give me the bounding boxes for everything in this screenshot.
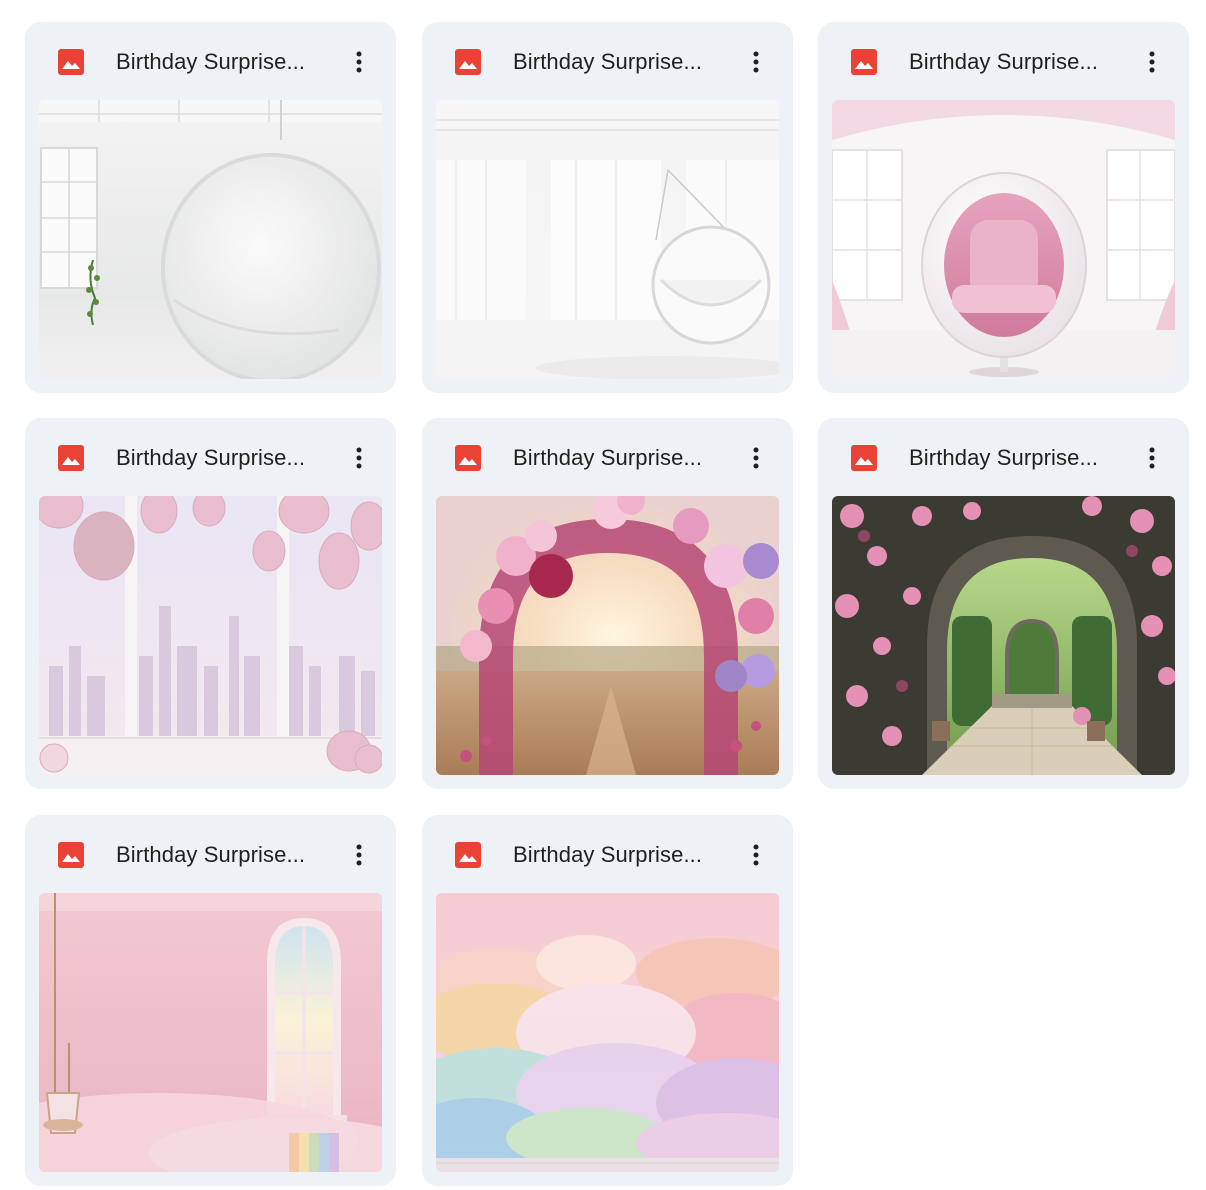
image-file-icon xyxy=(455,842,481,868)
more-actions-button[interactable] xyxy=(740,46,772,78)
more-vert-icon xyxy=(753,844,759,866)
file-card[interactable]: Birthday Surprise... xyxy=(818,22,1189,393)
file-title: Birthday Surprise... xyxy=(513,445,703,470)
image-file-icon xyxy=(851,445,877,471)
more-vert-icon xyxy=(356,844,362,866)
more-vert-icon xyxy=(1149,51,1155,73)
image-file-icon xyxy=(58,49,84,75)
file-thumbnail[interactable] xyxy=(436,496,779,775)
more-actions-button[interactable] xyxy=(740,442,772,474)
file-card-header: Birthday Surprise... xyxy=(422,22,793,100)
more-actions-button[interactable] xyxy=(1136,46,1168,78)
file-card[interactable]: Birthday Surprise... xyxy=(25,418,396,789)
more-actions-button[interactable] xyxy=(1136,442,1168,474)
file-thumbnail[interactable] xyxy=(832,496,1175,775)
file-card-header: Birthday Surprise... xyxy=(25,815,396,893)
file-thumbnail[interactable] xyxy=(436,100,779,379)
file-title: Birthday Surprise... xyxy=(116,445,306,470)
image-file-icon xyxy=(851,49,877,75)
file-title: Birthday Surprise... xyxy=(909,445,1099,470)
file-title: Birthday Surprise... xyxy=(116,49,306,74)
file-title: Birthday Surprise... xyxy=(116,842,306,867)
file-thumbnail[interactable] xyxy=(39,893,382,1172)
file-card-header: Birthday Surprise... xyxy=(818,22,1189,100)
file-card[interactable]: Birthday Surprise... xyxy=(422,22,793,393)
image-file-icon xyxy=(455,445,481,471)
file-card-header: Birthday Surprise... xyxy=(422,418,793,496)
file-thumbnail[interactable] xyxy=(832,100,1175,379)
image-file-icon xyxy=(58,445,84,471)
file-card[interactable]: Birthday Surprise... xyxy=(25,22,396,393)
file-card[interactable]: Birthday Surprise... xyxy=(25,815,396,1186)
file-card[interactable]: Birthday Surprise... xyxy=(422,418,793,789)
file-card-header: Birthday Surprise... xyxy=(818,418,1189,496)
more-actions-button[interactable] xyxy=(343,442,375,474)
more-vert-icon xyxy=(753,51,759,73)
file-card-header: Birthday Surprise... xyxy=(25,418,396,496)
more-vert-icon xyxy=(356,51,362,73)
more-actions-button[interactable] xyxy=(343,839,375,871)
file-thumbnail[interactable] xyxy=(39,100,382,379)
image-file-icon xyxy=(58,842,84,868)
file-card-header: Birthday Surprise... xyxy=(25,22,396,100)
file-card-header: Birthday Surprise... xyxy=(422,815,793,893)
file-grid: Birthday Surprise... Birthday Surprise..… xyxy=(0,0,1206,1190)
more-vert-icon xyxy=(753,447,759,469)
file-thumbnail[interactable] xyxy=(39,496,382,775)
file-title: Birthday Surprise... xyxy=(513,49,703,74)
more-vert-icon xyxy=(1149,447,1155,469)
file-title: Birthday Surprise... xyxy=(513,842,703,867)
file-card[interactable]: Birthday Surprise... xyxy=(818,418,1189,789)
more-vert-icon xyxy=(356,447,362,469)
more-actions-button[interactable] xyxy=(740,839,772,871)
file-card[interactable]: Birthday Surprise... xyxy=(422,815,793,1186)
more-actions-button[interactable] xyxy=(343,46,375,78)
file-title: Birthday Surprise... xyxy=(909,49,1099,74)
image-file-icon xyxy=(455,49,481,75)
file-thumbnail[interactable] xyxy=(436,893,779,1172)
